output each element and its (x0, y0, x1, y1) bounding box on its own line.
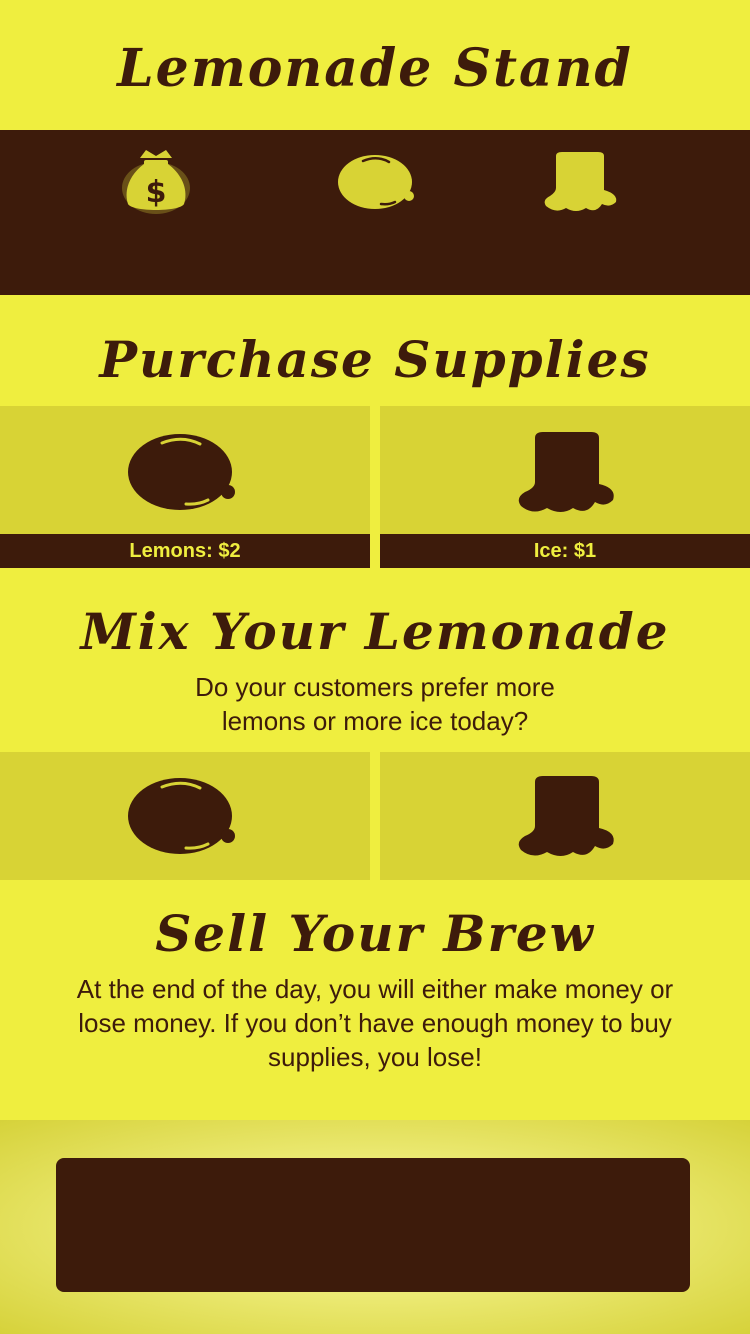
start-game-button[interactable] (56, 1158, 690, 1292)
ice-cube-icon (542, 150, 620, 216)
sell-description-line: lose money. If you don’t have enough mon… (78, 1008, 672, 1038)
lemon-icon (337, 152, 415, 212)
mix-description: Do your customers prefer more lemons or … (0, 670, 750, 738)
ice-price-label: Ice: $1 (380, 534, 750, 568)
sell-description-line: At the end of the day, you will either m… (76, 974, 674, 1004)
purchase-supplies-title: Purchase Supplies (99, 330, 651, 389)
mix-description-line: lemons or more ice today? (221, 706, 529, 736)
money-bag-icon: $ (122, 148, 190, 214)
lemons-price-label: Lemons: $2 (0, 534, 370, 568)
more-lemons-button[interactable] (0, 752, 370, 880)
lemon-icon (128, 430, 238, 514)
mix-description-line: Do your customers prefer more (195, 672, 555, 702)
sell-description: At the end of the day, you will either m… (0, 972, 750, 1074)
more-ice-button[interactable] (380, 752, 750, 880)
ice-cube-icon (515, 774, 619, 862)
sell-brew-title: Sell Your Brew (155, 904, 595, 963)
sell-description-line: supplies, you lose! (268, 1042, 482, 1072)
svg-text:$: $ (146, 175, 167, 210)
buy-lemons-button[interactable]: Lemons: $2 (0, 406, 370, 568)
ice-cube-icon (515, 430, 619, 518)
app-title: Lemonade Stand (117, 38, 633, 99)
mix-lemonade-title: Mix Your Lemonade (80, 602, 670, 661)
buy-ice-button[interactable]: Ice: $1 (380, 406, 750, 568)
lemon-icon (128, 774, 238, 858)
